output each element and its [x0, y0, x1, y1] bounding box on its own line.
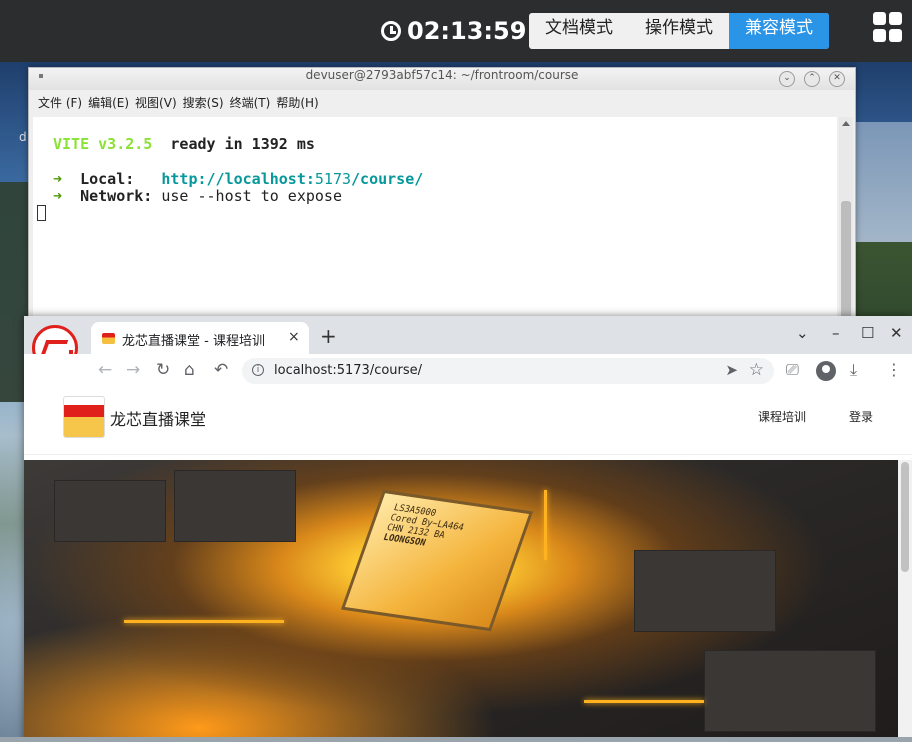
download-icon[interactable]: ⤓ — [850, 360, 857, 380]
tab-search-icon[interactable]: ⌄ — [796, 324, 809, 342]
nav-login[interactable]: 登录 — [849, 408, 873, 425]
tab-course[interactable]: 龙芯直播课堂 - 课程培训 × — [91, 322, 309, 354]
site-logo[interactable] — [63, 396, 105, 438]
top-bar: 02:13:59 文档模式 操作模式 兼容模式 — [0, 0, 912, 62]
mode-document-button[interactable]: 文档模式 — [529, 13, 629, 49]
terminal-window: devuser@2793abf57c14: ~/frontroom/course… — [28, 67, 856, 329]
mode-compat-button[interactable]: 兼容模式 — [729, 13, 829, 49]
desktop-icon-label[interactable]: d — [19, 130, 27, 144]
circuit-tile — [634, 550, 776, 632]
browser-toolbar: ← → ↻ ⌂ ↶ i localhost:5173/course/ ➤ ☆ ⎚… — [24, 354, 912, 389]
tab-strip: 龙芯直播课堂 - 课程培训 × + ⌄ – ☐ ✕ — [24, 316, 912, 371]
arrow-icon: ➜ — [53, 170, 63, 188]
hero-banner: LS3A5000 Cored By~LA464 CHN 2132 BA LOON… — [24, 460, 898, 742]
glow-trace — [584, 700, 704, 703]
menu-search[interactable]: 搜索(S) — [183, 94, 224, 111]
arrow-icon: ➜ — [53, 187, 63, 205]
taskbar-edge — [0, 737, 912, 742]
maximize-icon[interactable]: ☐ — [861, 324, 874, 342]
back-icon[interactable]: ← — [98, 360, 112, 380]
mode-switcher: 文档模式 操作模式 兼容模式 — [529, 13, 829, 49]
glow-trace — [124, 620, 284, 623]
close-icon[interactable]: ✕ — [829, 71, 845, 87]
local-label: Local: — [80, 170, 135, 188]
local-url-suffix[interactable]: /course/ — [351, 170, 423, 188]
scroll-up-icon[interactable] — [842, 121, 850, 126]
nav-course-training[interactable]: 课程培训 — [758, 408, 806, 425]
forward-icon[interactable]: → — [126, 360, 140, 380]
close-icon[interactable]: ✕ — [890, 324, 903, 342]
menu-view[interactable]: 视图(V) — [135, 94, 177, 111]
send-icon[interactable]: ➤ — [725, 361, 738, 379]
home-icon[interactable]: ⌂ — [184, 360, 195, 380]
terminal-menubar: 文件 (F) 编辑(E) 视图(V) 搜索(S) 终端(T) 帮助(H) — [29, 90, 855, 114]
browser-window: 龙芯直播课堂 - 课程培训 × + ⌄ – ☐ ✕ ← → ↻ ⌂ ↶ i lo… — [24, 316, 912, 742]
minimize-icon[interactable]: – — [832, 324, 840, 342]
circuit-tile — [54, 480, 166, 542]
menu-help[interactable]: 帮助(H) — [276, 94, 318, 111]
mode-operation-button[interactable]: 操作模式 — [629, 13, 729, 49]
tab-close-icon[interactable]: × — [288, 329, 300, 345]
terminal-cursor — [37, 205, 46, 221]
minimize-icon[interactable]: ⌄ — [779, 71, 795, 87]
undo-icon[interactable]: ↶ — [214, 360, 228, 380]
local-url-port[interactable]: 5173 — [315, 170, 351, 188]
circuit-tile — [704, 650, 876, 732]
terminal-title: devuser@2793abf57c14: ~/frontroom/course — [305, 68, 579, 82]
scrollbar-thumb[interactable] — [901, 462, 909, 572]
glow-trace — [544, 490, 547, 560]
menu-edit[interactable]: 编辑(E) — [88, 94, 129, 111]
menu-terminal[interactable]: 终端(T) — [230, 94, 271, 111]
network-label: Network: — [80, 187, 153, 205]
bookmark-star-icon[interactable]: ☆ — [749, 360, 764, 380]
cast-icon[interactable]: ⎚ — [786, 360, 799, 380]
window-menu-icon[interactable] — [39, 74, 43, 78]
terminal-titlebar[interactable]: devuser@2793abf57c14: ~/frontroom/course… — [29, 68, 855, 90]
session-timer: 02:13:59 — [381, 14, 526, 48]
scrollbar-thumb[interactable] — [841, 201, 851, 321]
site-name[interactable]: 龙芯直播课堂 — [110, 406, 206, 430]
vite-ready-line: VITE v3.2.5 ready in 1392 ms — [53, 135, 315, 153]
processor-chip-image: LS3A5000 Cored By~LA464 CHN 2132 BA LOON… — [340, 489, 534, 632]
tab-title: 龙芯直播课堂 - 课程培训 — [122, 334, 265, 349]
clock-icon — [381, 21, 401, 41]
favicon-icon — [102, 333, 115, 344]
apps-grid-icon[interactable] — [873, 12, 903, 42]
new-tab-button[interactable]: + — [320, 324, 337, 348]
network-text: use --host to expose — [161, 187, 342, 205]
reload-icon[interactable]: ↻ — [156, 360, 170, 380]
menu-kebab-icon[interactable]: ⋮ — [886, 360, 902, 379]
web-page: 龙芯直播课堂 课程培训 登录 LS3A5000 Cored By~LA464 C… — [24, 388, 912, 742]
terminal-output[interactable]: VITE v3.2.5 ready in 1392 ms ➜ Local: ht… — [33, 117, 837, 328]
profile-avatar-icon[interactable] — [816, 361, 836, 381]
url-text[interactable]: localhost:5173/course/ — [274, 363, 422, 378]
terminal-scrollbar[interactable] — [839, 117, 853, 328]
ready-time: ready in 1392 ms — [170, 135, 315, 153]
timer-value: 02:13:59 — [407, 17, 527, 45]
site-header: 龙芯直播课堂 课程培训 登录 — [24, 388, 912, 455]
site-info-icon[interactable]: i — [252, 364, 264, 376]
menu-file[interactable]: 文件 (F) — [38, 94, 82, 111]
maximize-icon[interactable]: ⌃ — [804, 71, 820, 87]
network-line: ➜ Network: use --host to expose — [53, 187, 342, 205]
circuit-tile — [174, 470, 296, 542]
page-scrollbar[interactable] — [898, 460, 912, 742]
local-url-prefix[interactable]: http://localhost: — [161, 170, 315, 188]
address-bar[interactable]: i localhost:5173/course/ ➤ ☆ — [242, 358, 774, 384]
local-url-line: ➜ Local: http://localhost:5173/course/ — [53, 170, 423, 188]
vite-version: VITE v3.2.5 — [53, 135, 153, 153]
